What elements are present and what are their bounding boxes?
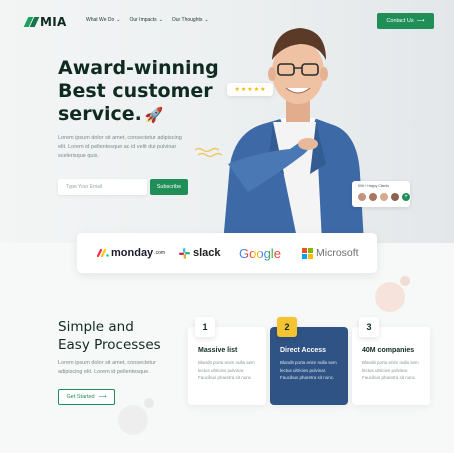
- landing-page: MIA What We Do ⌄ Our Impacts ⌄ Our Thoug…: [0, 0, 454, 453]
- nav-menu: What We Do ⌄ Our Impacts ⌄ Our Thoughts …: [86, 17, 209, 23]
- plus-icon[interactable]: +: [401, 192, 411, 202]
- decorative-circle: [400, 276, 410, 286]
- star-rating-badge: ★ ★ ★ ★ ★: [227, 83, 273, 96]
- hero-title-line: Award-winning: [58, 57, 219, 79]
- star-icon: ★: [234, 87, 240, 93]
- chevron-down-icon: ⌄: [204, 17, 209, 23]
- email-input[interactable]: Type Your Email: [58, 179, 147, 195]
- nav-item-label: Our Impacts: [129, 17, 157, 23]
- hero-section: MIA What We Do ⌄ Our Impacts ⌄ Our Thoug…: [0, 0, 454, 243]
- process-card-title: 40M companies: [362, 347, 415, 354]
- google-text: Google: [239, 245, 281, 261]
- google-logo: Google: [239, 245, 281, 261]
- star-icon: ★: [240, 87, 247, 93]
- hero-title-line: service.: [58, 103, 142, 125]
- slack-logo: slack: [179, 245, 221, 261]
- nav-item-our-thoughts[interactable]: Our Thoughts ⌄: [172, 17, 209, 23]
- avatar: [368, 192, 378, 202]
- star-icon: ★: [247, 87, 253, 93]
- chevron-down-icon: ⌄: [158, 17, 163, 23]
- logo-mark-icon: [23, 17, 40, 27]
- monday-logo: monday .com: [97, 245, 165, 261]
- client-avatars: +: [357, 192, 411, 202]
- nav-item-our-impacts[interactable]: Our Impacts ⌄: [129, 17, 162, 23]
- contact-us-button[interactable]: Contact Us ⟶: [377, 13, 434, 29]
- monday-text: monday: [111, 247, 154, 259]
- monday-mark-icon: [97, 249, 109, 257]
- star-icon: ★: [253, 87, 260, 93]
- processes-title-line: Easy Processes: [58, 337, 161, 353]
- hero-description: Lorem ipsum dolor sit amet, consectetur …: [58, 135, 182, 159]
- get-started-button[interactable]: Get Started ⟶: [58, 389, 115, 405]
- rocket-icon: 🚀: [144, 106, 164, 124]
- avatar: [390, 192, 400, 202]
- process-card-text: Blandit porta enim nulla sem lectus ultr…: [198, 360, 255, 380]
- process-card-text: Blandit porta enim nulla sem lectus ultr…: [280, 360, 337, 380]
- chevron-down-icon: ⌄: [116, 17, 121, 23]
- microsoft-mark-icon: [302, 247, 313, 259]
- nav-item-label: Our Thoughts: [171, 17, 203, 23]
- contact-us-label: Contact Us: [386, 18, 414, 24]
- nav-item-label: What We Do: [86, 17, 115, 23]
- process-card[interactable]: 3 40M companies Blandit porta enim nulla…: [352, 317, 430, 405]
- process-card-text: Blandit porta enim nulla sem lectus ultr…: [362, 360, 419, 380]
- avatar: [379, 192, 389, 202]
- subscribe-button[interactable]: Subscribe: [150, 179, 188, 195]
- hero-person-image: [223, 28, 364, 243]
- hero-title-line: Best customer: [58, 80, 213, 102]
- process-card-title: Massive list: [198, 347, 238, 354]
- decorative-circle: [118, 405, 148, 435]
- hero-title: Award-winning Best customer service. 🚀: [58, 57, 233, 127]
- microsoft-text: Microsoft: [316, 247, 359, 259]
- get-started-label: Get Started: [66, 394, 95, 400]
- process-card[interactable]: 2 Direct Access Blandit porta enim nulla…: [270, 317, 348, 405]
- slack-mark-icon: [179, 247, 190, 259]
- step-number-badge: 3: [359, 317, 379, 337]
- brand-logo[interactable]: MIA: [23, 13, 67, 31]
- nav-item-what-we-do[interactable]: What We Do ⌄: [86, 17, 120, 23]
- microsoft-logo: Microsoft: [302, 245, 359, 261]
- happy-clients-card: 50K+ Happy Clients +: [352, 181, 411, 207]
- partner-logos: monday .com slack Google Microsoft: [77, 233, 377, 273]
- monday-suffix: .com: [154, 250, 166, 256]
- process-card-title: Direct Access: [280, 347, 327, 354]
- arrow-right-icon: ⟶: [98, 394, 107, 400]
- decorative-circle: [144, 398, 154, 408]
- avatar: [357, 192, 367, 202]
- step-number-badge: 2: [277, 317, 297, 337]
- processes-title-line: Simple and: [58, 319, 134, 335]
- star-icon: ★: [260, 87, 266, 93]
- arrow-right-icon: ⟶: [416, 18, 425, 24]
- processes-title: Simple and Easy Processes: [58, 318, 178, 354]
- step-number-badge: 1: [195, 317, 215, 337]
- slack-text: slack: [193, 247, 221, 259]
- brand-name: MIA: [40, 15, 67, 29]
- happy-clients-label: 50K+ Happy Clients: [358, 184, 390, 188]
- process-card[interactable]: 1 Massive list Blandit porta enim nulla …: [188, 317, 266, 405]
- decorative-circle: [375, 282, 405, 312]
- processes-description: Lorem ipsum dolor sit amet, consectetur …: [58, 360, 156, 375]
